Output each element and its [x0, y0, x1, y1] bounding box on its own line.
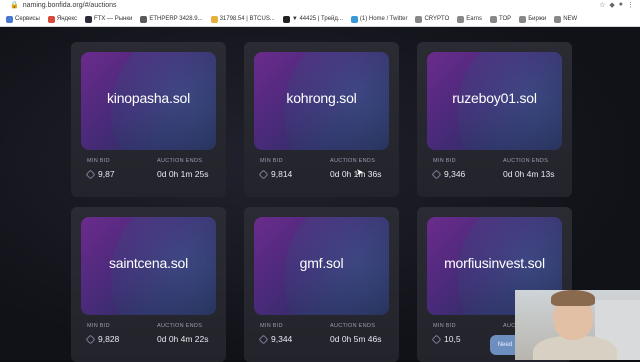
- bookmark-2[interactable]: FTX — Рынки: [85, 15, 132, 23]
- auction-ends-label: AUCTION ENDS: [330, 323, 376, 329]
- bookmark-11[interactable]: NEW: [554, 15, 577, 23]
- lock-icon: 🔒: [10, 2, 19, 9]
- star-icon[interactable]: ☆: [599, 1, 605, 9]
- auction-ends-label: AUCTION ENDS: [157, 158, 203, 164]
- domain-name: morfiusinvest.sol: [444, 255, 545, 271]
- auction-card[interactable]: gmf.sol MIN BID 9,344 AUCTION ENDS 0d 0h 5…: [244, 207, 399, 362]
- bookmark-9[interactable]: TOP: [489, 15, 511, 23]
- address-bar[interactable]: 🔒 naming.bonfida.org/#/auctions ☆ ◆ ● ⋮: [0, 0, 640, 10]
- bookmark-7[interactable]: CRYPTO: [415, 15, 449, 23]
- auction-ends-label: AUCTION ENDS: [330, 158, 376, 164]
- domain-artwork: gmf.sol: [254, 217, 389, 315]
- bookmark-3[interactable]: ETHPERP 3428.9...: [140, 15, 203, 23]
- domain-artwork: saintcena.sol: [81, 217, 216, 315]
- solana-icon: [258, 334, 269, 344]
- binance-icon: [210, 15, 218, 23]
- solana-icon: [85, 334, 96, 344]
- mouse-cursor-icon: ➤: [356, 167, 364, 177]
- chart-icon: [140, 15, 148, 23]
- auction-card[interactable]: saintcena.sol MIN BID 9,828 AUCTION ENDS 0…: [71, 207, 226, 362]
- auction-ends-value: 0d 0h 4m 22s: [157, 334, 209, 344]
- auction-ends-value: 0d 0h 5m 46s: [330, 334, 382, 344]
- extension-icon[interactable]: ●: [619, 1, 623, 9]
- twitter-icon: [350, 15, 358, 23]
- min-bid-label: MIN BID: [433, 323, 456, 329]
- bookmark-0[interactable]: Сервисы: [6, 15, 40, 23]
- presenter-hair: [551, 290, 595, 306]
- bookmark-6[interactable]: (1) Home / Twitter: [350, 15, 407, 23]
- yandex-icon: [47, 15, 55, 23]
- solana-icon: [85, 169, 96, 179]
- domain-name: saintcena.sol: [108, 255, 189, 271]
- bookmark-4[interactable]: 31798.54 | BTCUS...: [210, 15, 275, 23]
- bookmark-5[interactable]: ▼ 44425 | Трейд...: [282, 15, 343, 23]
- auction-ends-value: 0d 0h 4m 13s: [503, 169, 555, 179]
- bookmarks-bar: Сервисы Яндекс FTX — Рынки ETHPERP 3428.…: [0, 12, 640, 26]
- tradingview-icon: [282, 15, 290, 23]
- bookmark-10[interactable]: Биржи: [519, 15, 546, 23]
- min-bid-label: MIN BID: [260, 158, 283, 164]
- browser-chrome: 🔒 naming.bonfida.org/#/auctions ☆ ◆ ● ⋮ …: [0, 0, 640, 27]
- auction-ends-label: AUCTION ENDS: [503, 158, 549, 164]
- min-bid-value: 9,828: [98, 334, 120, 344]
- bookmark-8[interactable]: Earns: [457, 15, 482, 23]
- min-bid-value: 9,346: [444, 169, 466, 179]
- domain-name: gmf.sol: [299, 255, 344, 271]
- domain-name: ruzeboy01.sol: [452, 90, 537, 106]
- bookmark-1[interactable]: Яндекс: [47, 15, 77, 23]
- solana-icon: [431, 334, 442, 344]
- auction-card[interactable]: ruzeboy01.sol MIN BID 9,346 AUCTION ENDS 0…: [417, 42, 572, 197]
- min-bid-value: 9,87: [98, 169, 115, 179]
- folder-icon: [554, 15, 562, 23]
- extension-icons: ☆ ◆ ● ⋮: [599, 1, 634, 9]
- min-bid-value: 9,344: [271, 334, 293, 344]
- domain-artwork: ruzeboy01.sol: [427, 52, 562, 150]
- domain-name: kohrong.sol: [286, 90, 357, 106]
- domain-artwork: kinopasha.sol: [81, 52, 216, 150]
- auction-card[interactable]: kinopasha.sol MIN BID 9,87 AUCTION ENDS 0d…: [71, 42, 226, 197]
- folder-icon: [457, 15, 465, 23]
- menu-icon[interactable]: ⋮: [627, 1, 634, 9]
- min-bid-label: MIN BID: [433, 158, 456, 164]
- min-bid-label: MIN BID: [87, 158, 110, 164]
- domain-artwork: kohrong.sol: [254, 52, 389, 150]
- min-bid-value: 9,814: [271, 169, 293, 179]
- min-bid-label: MIN BID: [260, 323, 283, 329]
- min-bid-label: MIN BID: [87, 323, 110, 329]
- min-bid-value: 10,5: [444, 334, 461, 344]
- folder-icon: [519, 15, 527, 23]
- solana-icon: [431, 169, 442, 179]
- ftx-icon: [85, 15, 93, 23]
- extension-icon[interactable]: ◆: [609, 1, 614, 9]
- folder-icon: [415, 15, 423, 23]
- solana-icon: [258, 169, 269, 179]
- folder-icon: [489, 15, 497, 23]
- domain-name: kinopasha.sol: [106, 90, 190, 106]
- webcam-overlay: [515, 290, 640, 360]
- auction-ends-label: AUCTION ENDS: [157, 323, 203, 329]
- auction-card[interactable]: kohrong.sol MIN BID 9,814 AUCTION ENDS 0d …: [244, 42, 399, 197]
- auction-ends-value: 0d 0h 1m 25s: [157, 169, 209, 179]
- apps-icon: [6, 15, 13, 23]
- url-text[interactable]: naming.bonfida.org/#/auctions: [23, 2, 117, 9]
